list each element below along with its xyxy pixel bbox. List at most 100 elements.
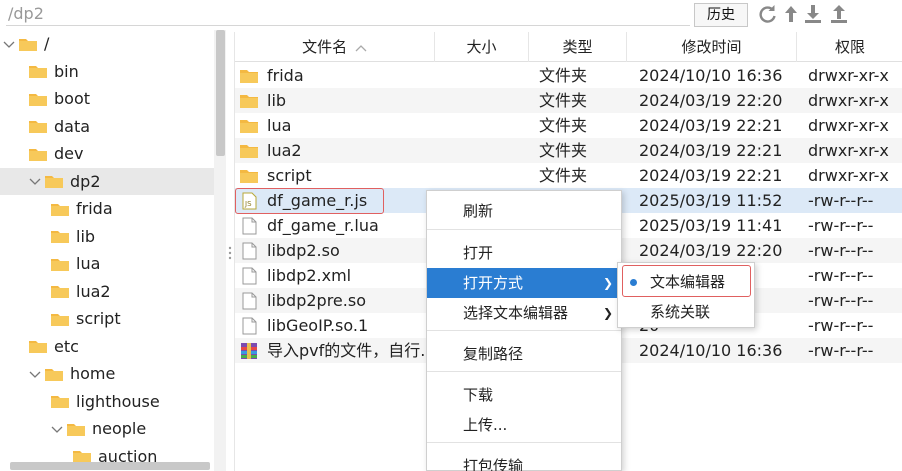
folder-icon [29,66,47,78]
context-menu-item[interactable]: 打包传输 [427,451,621,471]
file-name: frida [267,66,304,85]
file-icon [242,217,257,234]
tree-item-label: bin [54,61,79,81]
file-name-cell: df_game_r.lua [239,213,435,238]
tree-item[interactable]: boot [0,85,214,112]
path-field[interactable]: /dp2 [6,2,690,26]
table-row[interactable]: script 文件夹 2024/03/19 22:21 drwxr-xr-x [235,163,902,188]
folder-icon [29,341,47,353]
context-menu-item[interactable]: 上传... [427,410,621,440]
tree-item-label: data [54,116,91,136]
file-type: 文件夹 [539,66,588,85]
chevron-right-icon: ❯ [602,306,613,320]
file-name: lua2 [267,141,302,160]
tree-item[interactable]: data [0,113,214,140]
tree-item[interactable]: lua2 [0,278,214,305]
tree-item[interactable]: lua [0,250,214,277]
tree-item-label: neople [92,419,147,438]
column-header-perm[interactable]: 权限 [797,32,902,62]
file-name: script [267,166,312,185]
file-modified-time: 2024/03/19 22:21 [639,166,783,185]
submenu-item[interactable]: 系统关联 [618,297,754,327]
tree-horizontal-scrollbar[interactable] [10,462,210,470]
file-name-cell: libdp2.xml [239,263,435,288]
tree-item-label: dev [54,144,84,163]
table-row[interactable]: frida 文件夹 2024/10/10 16:36 drwxr-xr-x [235,63,902,88]
menu-separator [427,330,621,331]
context-menu-item[interactable]: 复制路径 [427,339,621,369]
chevron-down-icon[interactable] [2,37,16,51]
file-name-cell: 导入pvf的文件，自行... [239,338,435,363]
file-permissions: -rw-r--r-- [808,316,874,335]
column-header-time[interactable]: 修改时间 [627,32,797,62]
column-name-label: 文件名 [302,38,348,56]
file-name-cell: libGeoIP.so.1 [239,313,435,338]
file-name: libdp2.so [267,241,340,260]
chevron-right-icon: ❯ [602,276,613,290]
download-icon[interactable] [802,3,824,25]
upload-icon[interactable] [828,3,850,25]
table-row[interactable]: lua 文件夹 2024/03/19 22:21 drwxr-xr-x [235,113,902,138]
folder-icon [51,258,69,271]
tree-item-label: lua2 [76,281,111,301]
context-menu-item[interactable]: 选择文本编辑器 ❯ [427,298,621,328]
file-icon [242,292,257,309]
file-modified-time: 2024/10/10 16:36 [639,66,783,85]
folder-icon [29,93,47,106]
file-name: libdp2.xml [267,266,352,285]
tree-scrollbar-thumb[interactable] [216,30,225,156]
folder-icon [240,69,258,83]
chevron-down-icon[interactable] [28,174,42,188]
tree-item-label: boot [54,89,91,108]
tree-item[interactable]: frida [0,195,214,222]
tree-item[interactable]: dp2 [0,167,214,195]
up-icon[interactable] [780,3,802,25]
sort-ascending-icon [355,44,367,51]
history-button[interactable]: 历史 [694,3,748,27]
tree-item-label: home [70,364,116,383]
file-name-cell: lua2 [239,138,435,163]
file-icon [242,242,257,259]
file-modified-time: 2024/03/19 22:21 [639,141,783,160]
folder-icon [240,144,258,158]
file-name: libdp2pre.so [267,291,366,310]
column-header-name[interactable]: 文件名 [235,32,435,62]
context-menu-item[interactable]: 打开方式 ❯ [427,268,621,298]
file-name: lua [267,116,292,135]
file-modified-time: 2024/03/19 22:20 [639,91,783,110]
folder-icon [51,203,69,216]
context-menu-item[interactable]: 打开 [427,238,621,268]
file-name-cell: lib [239,88,435,113]
table-row[interactable]: lib 文件夹 2024/03/19 22:20 drwxr-xr-x [235,88,902,113]
column-header-type[interactable]: 类型 [529,32,627,62]
column-header-size[interactable]: 大小 [435,32,529,62]
chevron-down-icon[interactable] [50,422,64,436]
file-modified-time: 2025/03/19 11:41 [639,216,783,235]
folder-icon [51,286,69,298]
tree-item[interactable]: / [0,30,214,57]
context-menu-item[interactable]: 刷新 [427,196,621,226]
menu-item-label: 打开方式 [463,274,524,292]
tree-item[interactable]: script [0,305,214,332]
tree-item-label: dp2 [70,171,101,191]
folder-icon [45,368,63,381]
chevron-down-icon[interactable] [28,367,42,381]
menu-item-label: 打包传输 [463,457,524,471]
file-permissions: drwxr-xr-x [808,141,889,160]
tree-item[interactable]: dev [0,140,214,167]
file-type: 文件夹 [539,116,588,135]
tree-item[interactable]: bin [0,58,214,85]
tree-item[interactable]: lighthouse [0,388,214,415]
context-menu-item[interactable]: 下载 [427,380,621,410]
tree-item[interactable]: home [0,360,214,387]
menu-item-label: 上传... [463,416,508,434]
tree-item[interactable]: etc [0,333,214,360]
tree-item[interactable]: lib [0,223,214,250]
tree-item-label: frida [76,199,113,218]
refresh-icon[interactable] [756,3,778,25]
file-name: df_game_r.lua [267,216,379,235]
file-type: 文件夹 [539,141,588,160]
archive-icon [241,342,257,359]
tree-item[interactable]: neople [0,415,214,442]
table-row[interactable]: lua2 文件夹 2024/03/19 22:21 drwxr-xr-x [235,138,902,163]
